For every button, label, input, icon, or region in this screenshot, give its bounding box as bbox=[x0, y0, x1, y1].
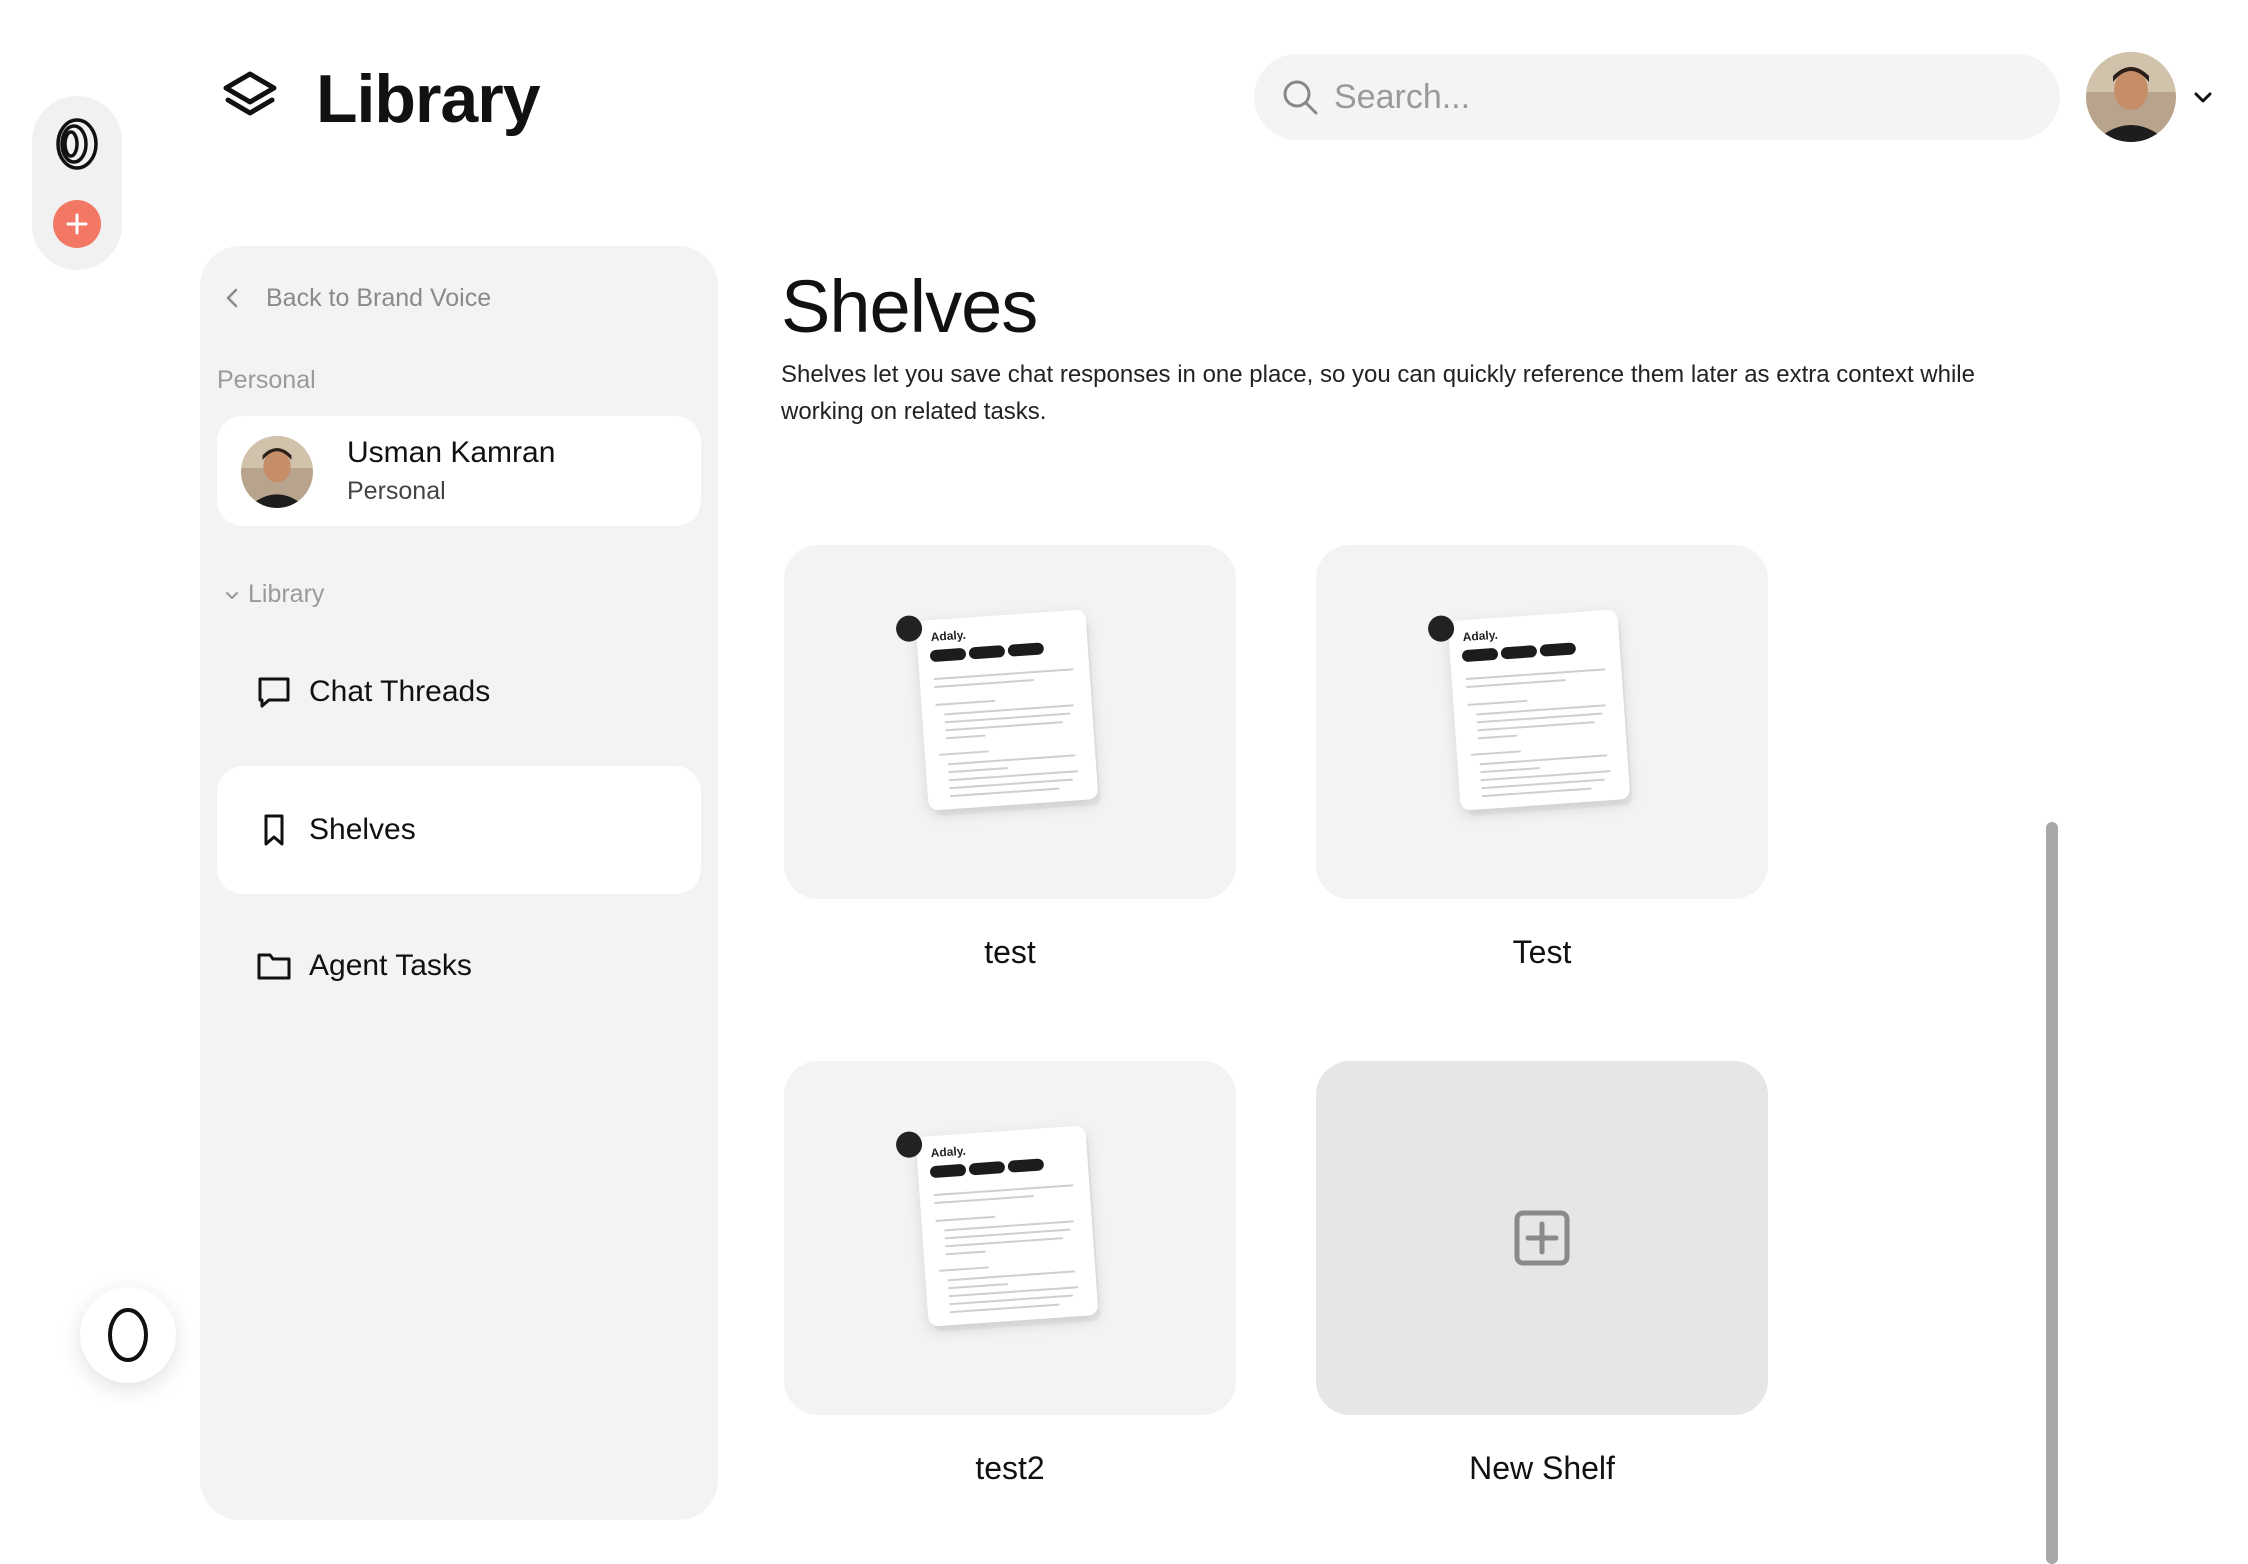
user-avatar-image bbox=[2086, 52, 2176, 142]
avatar bbox=[241, 436, 313, 508]
shelf-thumbnail: Adaly. bbox=[895, 609, 1099, 811]
sidebar-item-label: Chat Threads bbox=[309, 675, 491, 708]
shelf-card-Test[interactable]: Adaly. bbox=[1316, 545, 1768, 899]
section-heading-library[interactable]: Library bbox=[224, 580, 324, 609]
shelf-card-test[interactable]: Adaly. bbox=[784, 545, 1236, 899]
app-rail bbox=[32, 96, 122, 270]
shelf-label[interactable]: Test bbox=[1316, 934, 1768, 971]
user-profile-card[interactable]: Usman Kamran Personal bbox=[217, 416, 701, 526]
library-section-label: Library bbox=[248, 580, 325, 608]
logo-icon bbox=[895, 614, 923, 643]
shelf-label[interactable]: test2 bbox=[784, 1450, 1236, 1487]
back-to-brand-voice-link[interactable]: Back to Brand Voice bbox=[222, 278, 491, 318]
user-name: Usman Kamran bbox=[347, 436, 556, 469]
add-button[interactable] bbox=[53, 200, 101, 248]
shelf-card-test2[interactable]: Adaly. bbox=[784, 1061, 1236, 1415]
chevron-down-icon bbox=[226, 591, 238, 599]
scrollbar[interactable] bbox=[2046, 822, 2058, 1564]
search-icon bbox=[1283, 80, 1318, 115]
page-description: Shelves let you save chat responses in o… bbox=[781, 361, 1975, 425]
plus-icon bbox=[66, 213, 88, 235]
thumbnail-title: Adaly. bbox=[1462, 627, 1499, 645]
section-heading-personal: Personal bbox=[217, 366, 316, 394]
layers-icon bbox=[223, 71, 277, 116]
search-input[interactable] bbox=[1334, 77, 2014, 117]
sidebar-item-chat-threads[interactable]: Chat Threads bbox=[217, 628, 701, 756]
new-shelf-button[interactable] bbox=[1316, 1061, 1768, 1415]
shelf-thumbnail: Adaly. bbox=[895, 1125, 1099, 1327]
assistant-button[interactable] bbox=[80, 1287, 176, 1383]
chat-bubble-icon bbox=[258, 677, 290, 708]
shelf-label[interactable]: test bbox=[784, 934, 1236, 971]
assistant-logo-icon bbox=[108, 1308, 148, 1362]
chevron-down-icon[interactable] bbox=[2190, 84, 2216, 110]
folder-icon bbox=[257, 953, 291, 980]
page-title: Shelves bbox=[781, 265, 1038, 348]
back-link-label: Back to Brand Voice bbox=[266, 283, 492, 312]
app-logo-icon[interactable] bbox=[52, 116, 102, 172]
search-bar[interactable] bbox=[1254, 54, 2060, 140]
chevron-left-icon bbox=[226, 288, 238, 308]
bookmark-icon bbox=[264, 814, 284, 846]
sidebar-item-shelves[interactable]: Shelves bbox=[217, 766, 701, 894]
logo-icon bbox=[895, 1130, 923, 1159]
user-avatar-image bbox=[241, 436, 313, 508]
sidebar-item-agent-tasks[interactable]: Agent Tasks bbox=[217, 902, 701, 1030]
thumbnail-title: Adaly. bbox=[930, 1143, 967, 1161]
sidebar-item-label: Agent Tasks bbox=[309, 949, 472, 982]
plus-square-icon bbox=[1514, 1210, 1570, 1266]
sidebar-item-label: Shelves bbox=[309, 813, 416, 846]
thumbnail-title: Adaly. bbox=[930, 627, 967, 645]
new-shelf-label[interactable]: New Shelf bbox=[1316, 1450, 1768, 1487]
app-title: Library bbox=[316, 61, 541, 137]
shelf-thumbnail: Adaly. bbox=[1427, 609, 1631, 811]
user-subtitle: Personal bbox=[347, 477, 446, 505]
logo-icon bbox=[1427, 614, 1455, 643]
avatar[interactable] bbox=[2086, 52, 2176, 142]
